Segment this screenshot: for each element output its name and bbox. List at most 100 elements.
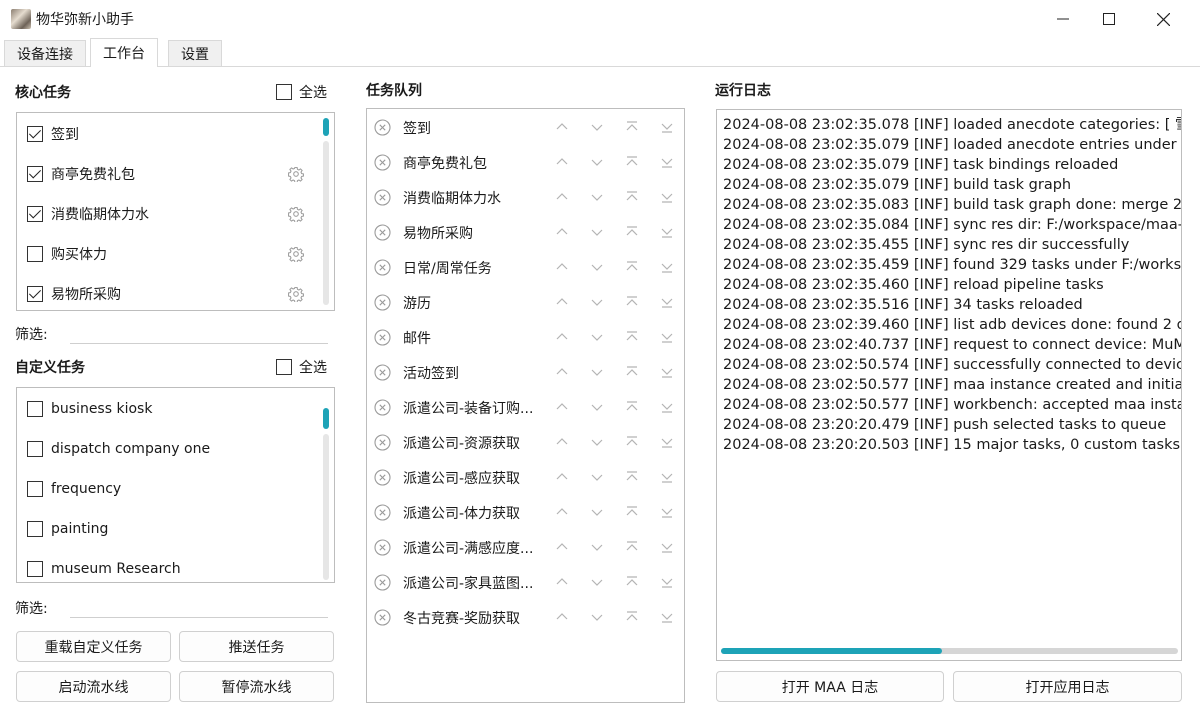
move-bottom-icon[interactable] (660, 120, 674, 138)
move-top-icon[interactable] (625, 470, 639, 488)
remove-icon[interactable] (374, 469, 391, 490)
task-queue-list[interactable]: 签到 商亭免费礼包 消费临期体力水 易物所采购 日常/周常任务 游历 邮件 活动签到 派遣公司-… (366, 108, 685, 703)
move-down-icon[interactable] (590, 470, 604, 488)
move-bottom-icon[interactable] (660, 260, 674, 278)
task-checkbox[interactable] (27, 521, 43, 537)
list-item[interactable]: 易物所采购 (27, 274, 314, 310)
open-maa-log-button[interactable]: 打开 MAA 日志 (716, 671, 944, 702)
task-checkbox[interactable] (27, 286, 43, 302)
task-checkbox[interactable] (27, 441, 43, 457)
task-checkbox[interactable] (27, 401, 43, 417)
move-up-icon[interactable] (555, 610, 569, 628)
move-up-icon[interactable] (555, 505, 569, 523)
move-top-icon[interactable] (625, 330, 639, 348)
list-item[interactable]: 购买体力 (27, 234, 314, 274)
core-list-scrollbar-track[interactable] (323, 141, 329, 305)
gear-icon[interactable] (287, 166, 305, 186)
reload-custom-tasks-button[interactable]: 重载自定义任务 (16, 631, 171, 662)
remove-icon[interactable] (374, 224, 391, 245)
move-bottom-icon[interactable] (660, 505, 674, 523)
task-checkbox[interactable] (27, 126, 43, 142)
move-down-icon[interactable] (590, 120, 604, 138)
remove-icon[interactable] (374, 154, 391, 175)
queue-item[interactable]: 派遣公司-满感应度... (367, 530, 684, 565)
remove-icon[interactable] (374, 399, 391, 420)
move-bottom-icon[interactable] (660, 330, 674, 348)
task-checkbox[interactable] (27, 561, 43, 577)
remove-icon[interactable] (374, 329, 391, 350)
move-down-icon[interactable] (590, 400, 604, 418)
tab-settings[interactable]: 设置 (168, 40, 222, 67)
move-down-icon[interactable] (590, 575, 604, 593)
queue-item[interactable]: 派遣公司-感应获取 (367, 460, 684, 495)
pause-pipeline-button[interactable]: 暂停流水线 (179, 671, 334, 702)
move-up-icon[interactable] (555, 155, 569, 173)
core-tasks-list[interactable]: 签到 商亭免费礼包 消费临期体力水 购买体力 易物所采购 (16, 112, 335, 311)
remove-icon[interactable] (374, 364, 391, 385)
queue-item[interactable]: 易物所采购 (367, 215, 684, 250)
list-item[interactable]: painting (27, 509, 314, 549)
queue-item[interactable]: 签到 (367, 110, 684, 145)
queue-item[interactable]: 消费临期体力水 (367, 180, 684, 215)
list-item[interactable]: dispatch company one (27, 429, 314, 469)
move-down-icon[interactable] (590, 330, 604, 348)
move-up-icon[interactable] (555, 470, 569, 488)
list-item[interactable]: frequency (27, 469, 314, 509)
remove-icon[interactable] (374, 434, 391, 455)
move-up-icon[interactable] (555, 295, 569, 313)
tab-device-connection[interactable]: 设备连接 (4, 40, 86, 67)
move-top-icon[interactable] (625, 365, 639, 383)
move-top-icon[interactable] (625, 435, 639, 453)
move-down-icon[interactable] (590, 225, 604, 243)
move-up-icon[interactable] (555, 330, 569, 348)
move-up-icon[interactable] (555, 540, 569, 558)
remove-icon[interactable] (374, 294, 391, 315)
remove-icon[interactable] (374, 259, 391, 280)
gear-icon[interactable] (287, 286, 305, 306)
move-down-icon[interactable] (590, 610, 604, 628)
move-up-icon[interactable] (555, 120, 569, 138)
queue-item[interactable]: 冬古竞赛-奖励获取 (367, 600, 684, 635)
maximize-button[interactable] (1086, 0, 1132, 38)
custom-filter-input[interactable] (70, 596, 328, 618)
move-top-icon[interactable] (625, 225, 639, 243)
tab-workbench[interactable]: 工作台 (90, 38, 158, 67)
queue-item[interactable]: 派遣公司-装备订购... (367, 390, 684, 425)
move-top-icon[interactable] (625, 575, 639, 593)
log-hscrollbar-thumb[interactable] (721, 648, 942, 654)
move-down-icon[interactable] (590, 190, 604, 208)
move-bottom-icon[interactable] (660, 400, 674, 418)
move-top-icon[interactable] (625, 120, 639, 138)
move-up-icon[interactable] (555, 575, 569, 593)
move-up-icon[interactable] (555, 260, 569, 278)
remove-icon[interactable] (374, 574, 391, 595)
move-top-icon[interactable] (625, 400, 639, 418)
move-up-icon[interactable] (555, 225, 569, 243)
queue-item[interactable]: 邮件 (367, 320, 684, 355)
remove-icon[interactable] (374, 539, 391, 560)
move-bottom-icon[interactable] (660, 470, 674, 488)
custom-list-scrollbar-thumb[interactable] (323, 408, 329, 429)
push-tasks-button[interactable]: 推送任务 (179, 631, 334, 662)
core-filter-input[interactable] (70, 322, 328, 344)
move-bottom-icon[interactable] (660, 155, 674, 173)
move-down-icon[interactable] (590, 435, 604, 453)
remove-icon[interactable] (374, 609, 391, 630)
list-item[interactable]: museum Research (27, 549, 314, 582)
task-checkbox[interactable] (27, 206, 43, 222)
queue-item[interactable]: 派遣公司-资源获取 (367, 425, 684, 460)
move-up-icon[interactable] (555, 365, 569, 383)
move-up-icon[interactable] (555, 190, 569, 208)
move-down-icon[interactable] (590, 155, 604, 173)
task-checkbox[interactable] (27, 246, 43, 262)
minimize-button[interactable] (1040, 0, 1086, 38)
move-down-icon[interactable] (590, 365, 604, 383)
queue-item[interactable]: 游历 (367, 285, 684, 320)
move-bottom-icon[interactable] (660, 610, 674, 628)
move-down-icon[interactable] (590, 260, 604, 278)
core-tasks-select-all[interactable]: 全选 (276, 82, 327, 102)
move-top-icon[interactable] (625, 295, 639, 313)
move-bottom-icon[interactable] (660, 190, 674, 208)
list-item[interactable]: 签到 (27, 114, 314, 154)
queue-item[interactable]: 派遣公司-家具蓝图... (367, 565, 684, 600)
